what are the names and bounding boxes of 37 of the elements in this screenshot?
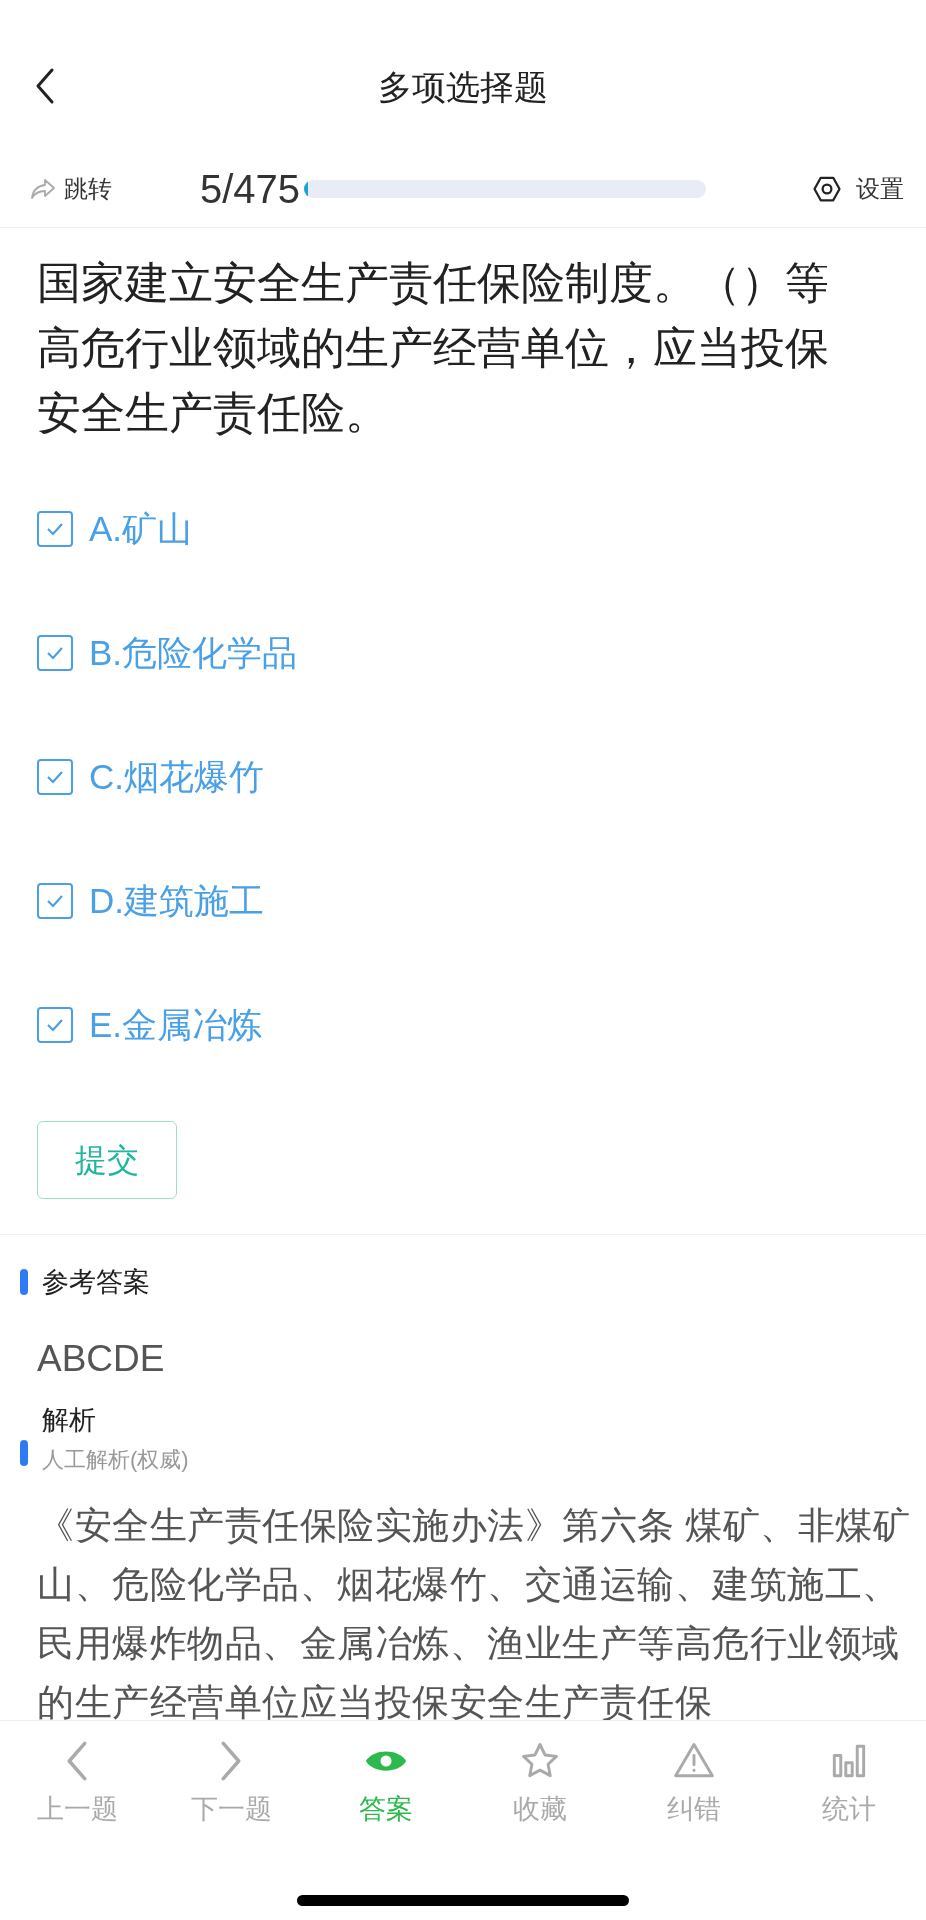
nav-tab[interactable]: 答案 bbox=[308, 1739, 463, 1830]
chevron-right-icon bbox=[220, 1739, 243, 1783]
share-arrow-icon bbox=[30, 176, 56, 201]
option-label: E.金属冶炼 bbox=[89, 1003, 263, 1046]
analysis-text: 《安全生产责任保险实施办法》第六条 煤矿、非煤矿山、危险化学品、烟花爆竹、交通运输、建筑施工、民用爆炸物品、金属冶炼、渔业生产等高危行业领域的生产经营单位应当投保安全生产责任保 bbox=[37, 1503, 912, 1725]
page-title: 多项选择题 bbox=[378, 67, 548, 108]
nav-tab[interactable]: 上一题 bbox=[0, 1739, 155, 1830]
option-item[interactable]: C.烟花爆竹 bbox=[37, 715, 896, 839]
chevron-left-icon bbox=[66, 1739, 89, 1783]
question-text: 国家建立安全生产责任保险制度。（）等高危行业领域的生产经营单位，应当投保安全生产责任险。 bbox=[37, 257, 830, 439]
analysis-source: 人工解析(权威) bbox=[42, 1445, 189, 1474]
option-label: B.危险化学品 bbox=[89, 631, 298, 674]
option-label: A.矿山 bbox=[89, 507, 193, 550]
option-label: C.烟花爆竹 bbox=[89, 755, 264, 798]
option-item[interactable]: D.建筑施工 bbox=[37, 839, 896, 963]
settings-button[interactable]: 设置 bbox=[812, 170, 904, 207]
nav-tab[interactable]: 统计 bbox=[771, 1739, 926, 1830]
section-heading: 解析 bbox=[42, 1404, 97, 1437]
checkbox[interactable] bbox=[37, 883, 73, 919]
option-label: D.建筑施工 bbox=[89, 879, 264, 922]
checkbox[interactable] bbox=[37, 1007, 73, 1043]
jump-button[interactable]: 跳转 bbox=[30, 170, 112, 207]
submit-button[interactable]: 提交 bbox=[37, 1121, 177, 1199]
checkbox[interactable] bbox=[37, 635, 73, 671]
nav-tab[interactable]: 下一题 bbox=[154, 1739, 309, 1830]
question-counter: 5/475 bbox=[200, 165, 301, 213]
section-marker bbox=[20, 1269, 28, 1296]
answer-value: ABCDE bbox=[37, 1336, 166, 1381]
option-item[interactable]: B.危险化学品 bbox=[37, 591, 896, 715]
checkbox[interactable] bbox=[37, 759, 73, 795]
section-marker bbox=[20, 1439, 28, 1466]
checkbox[interactable] bbox=[37, 511, 73, 547]
option-item[interactable]: E.金属冶炼 bbox=[37, 963, 896, 1087]
section-heading: 参考答案 bbox=[42, 1266, 150, 1299]
nav-tab[interactable]: 收藏 bbox=[463, 1739, 618, 1830]
option-item[interactable]: A.矿山 bbox=[37, 467, 896, 591]
nav-tab[interactable]: 纠错 bbox=[617, 1739, 772, 1830]
